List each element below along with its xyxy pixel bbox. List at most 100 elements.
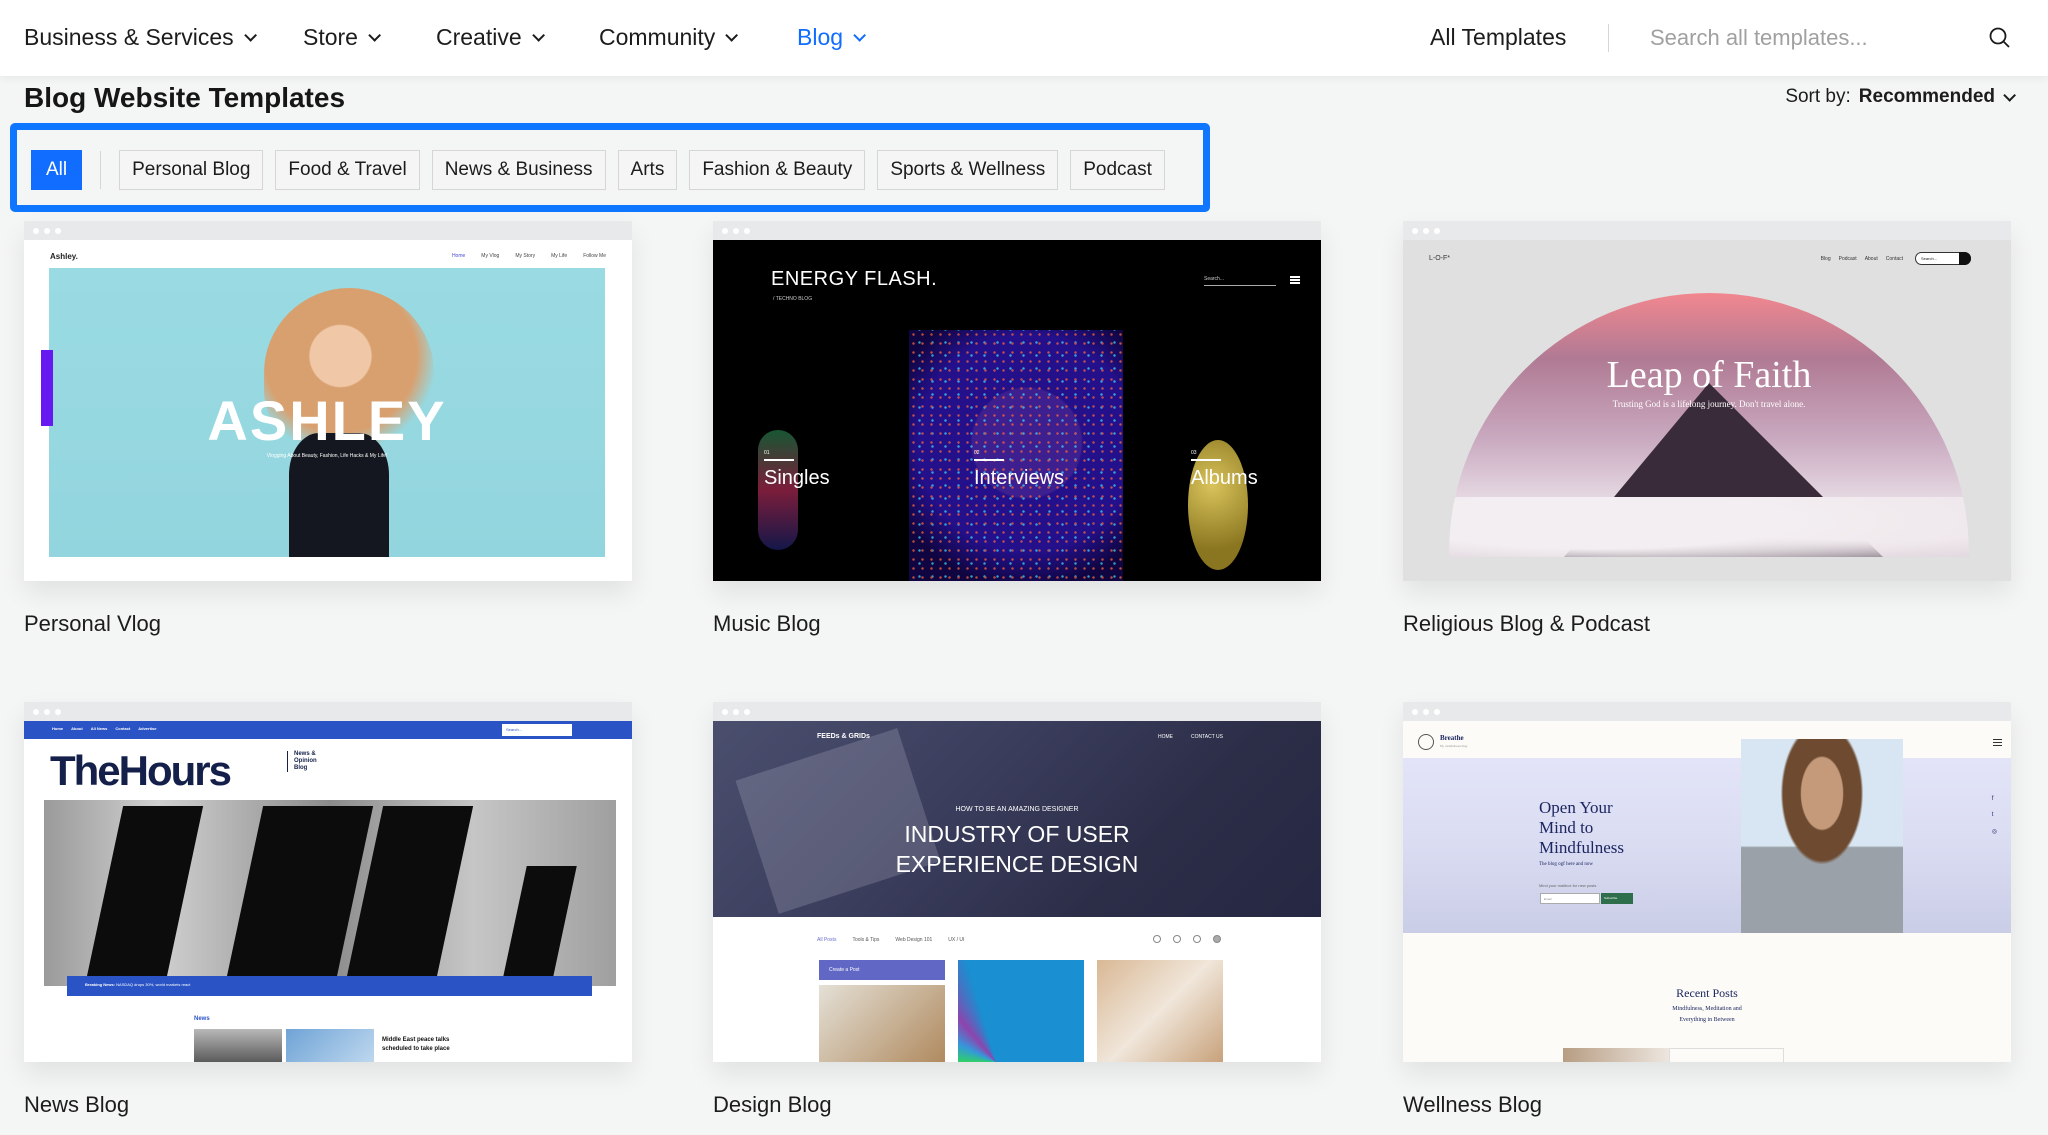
template-preview[interactable]: L-O-F* Blog Podcast About Contact Search… xyxy=(1403,221,2011,581)
template-preview[interactable]: Ashley. Home My Vlog My Story My Life Fo… xyxy=(24,221,632,581)
browser-bar xyxy=(713,702,1321,721)
template-name[interactable]: Music Blog xyxy=(713,611,1321,637)
template-preview[interactable]: Breathe My mindfulness blog Open Your Mi… xyxy=(1403,702,2011,1062)
template-card-design-blog[interactable]: FEEDs & GRIDs HOME CONTACT US HOW TO BE … xyxy=(713,702,1321,1118)
preview-create-post: Create a Post xyxy=(819,960,945,980)
preview-menu: Blog Podcast About Contact xyxy=(1820,256,1903,262)
breaking-news-bar: Breaking News: NASDAQ drops 30%, world m… xyxy=(67,976,592,996)
social-bar xyxy=(41,350,53,426)
nav-creative[interactable]: Creative xyxy=(436,24,545,51)
preview-hero-image: Leap of Faith Trusting God is a lifelong… xyxy=(1449,293,1969,557)
category-filter-bar: All Personal Blog Food & Travel News & B… xyxy=(10,123,1210,212)
preview-tabs: All Posts Tools & Tips Web Design 101 UX… xyxy=(817,937,965,943)
preview-hero-image xyxy=(1403,758,2011,933)
browser-bar xyxy=(713,221,1321,240)
preview-headline: Middle East peace talks scheduled to tak… xyxy=(382,1037,450,1052)
template-name[interactable]: Design Blog xyxy=(713,1092,1321,1118)
filter-sports-wellness[interactable]: Sports & Wellness xyxy=(877,150,1059,190)
filter-divider xyxy=(100,151,102,189)
preview-tagline: Vlogging About Beauty, Fashion, Life Hac… xyxy=(266,453,388,459)
browser-bar xyxy=(24,221,632,240)
filter-personal-blog[interactable]: Personal Blog xyxy=(119,150,264,190)
preview-brand-sub: My mindfulness blog xyxy=(1440,744,1468,748)
preview-hero-image xyxy=(44,800,616,986)
thumbnail xyxy=(1097,960,1223,1062)
preview-logo: L-O-F* xyxy=(1429,255,1450,262)
preview-email-field: Email xyxy=(1540,893,1600,904)
sort-value: Recommended xyxy=(1858,86,1995,107)
nav-store[interactable]: Store xyxy=(303,24,381,51)
thumbnail xyxy=(194,1029,282,1062)
sort-label: Sort by: xyxy=(1785,86,1851,107)
filter-fashion-beauty[interactable]: Fashion & Beauty xyxy=(689,150,866,190)
browser-bar xyxy=(1403,221,2011,240)
filter-podcast[interactable]: Podcast xyxy=(1070,150,1165,190)
preview-category: 01 Singles xyxy=(764,450,830,489)
preview-headline: ASHLEY xyxy=(207,389,447,452)
preview-title: ENERGY FLASH. xyxy=(771,268,938,290)
preview-category: 03 Albums xyxy=(1191,450,1258,489)
filter-news-business[interactable]: News & Business xyxy=(431,150,606,190)
browser-bar xyxy=(24,702,632,721)
preview-subtitle: / TECHNO BLOG xyxy=(773,296,813,302)
template-preview[interactable]: FEEDs & GRIDs HOME CONTACT US HOW TO BE … xyxy=(713,702,1321,1062)
preview-kicker: HOW TO BE AN AMAZING DESIGNER xyxy=(955,806,1079,813)
search-input[interactable] xyxy=(1650,18,1950,58)
template-preview[interactable]: ENERGY FLASH. / TECHNO BLOG Search... 01… xyxy=(713,221,1321,581)
preview-recent-posts: Recent Posts xyxy=(1676,986,1738,1000)
template-name[interactable]: Religious Blog & Podcast xyxy=(1403,611,2011,637)
nav-business-services[interactable]: Business & Services xyxy=(24,24,257,51)
preview-headline: Leap of Faith xyxy=(1606,354,1812,396)
template-preview[interactable]: Home About All News Contact Advertise Se… xyxy=(24,702,632,1062)
nav-community[interactable]: Community xyxy=(599,24,739,51)
filter-food-travel[interactable]: Food & Travel xyxy=(275,150,420,190)
preview-search: Search... xyxy=(1204,276,1276,286)
sort-dropdown[interactable]: Sort by: Recommended xyxy=(1785,86,2016,108)
preview-navbar: Home About All News Contact Advertise Se… xyxy=(24,721,632,739)
template-card-wellness-blog[interactable]: Breathe My mindfulness blog Open Your Mi… xyxy=(1403,702,2011,1118)
preview-category: 02 Interviews xyxy=(974,450,1065,489)
template-card-music-blog[interactable]: ENERGY FLASH. / TECHNO BLOG Search... 01… xyxy=(713,221,1321,637)
chevron-down-icon xyxy=(243,29,257,42)
template-name[interactable]: Wellness Blog xyxy=(1403,1092,2011,1118)
template-name[interactable]: Personal Vlog xyxy=(24,611,632,637)
chevron-down-icon xyxy=(368,29,381,42)
divider xyxy=(1608,24,1609,52)
page-title: Blog Website Templates xyxy=(24,82,346,113)
template-name[interactable]: News Blog xyxy=(24,1092,632,1118)
preview-title: TheHours xyxy=(50,747,232,794)
filter-arts[interactable]: Arts xyxy=(617,150,678,190)
chevron-down-icon xyxy=(531,29,545,42)
preview-search: Search... xyxy=(1915,252,1971,265)
template-card-news-blog[interactable]: Home About All News Contact Advertise Se… xyxy=(24,702,632,1118)
search-icon[interactable] xyxy=(1988,26,2012,50)
preview-photo xyxy=(1741,739,1903,933)
preview-logo: Ashley. xyxy=(50,252,78,261)
template-card-religious-blog[interactable]: L-O-F* Blog Podcast About Contact Search… xyxy=(1403,221,2011,637)
preview-brand: Breathe xyxy=(1440,734,1464,742)
preview-brand: FEEDs & GRIDs xyxy=(817,733,870,740)
preview-hero-image: ASHLEY Vlogging About Beauty, Fashion, L… xyxy=(49,268,605,557)
nav-blog[interactable]: Blog xyxy=(797,24,867,51)
preview-subtitle: News & Opinion Blog xyxy=(287,751,327,772)
preview-icons xyxy=(1153,935,1221,943)
all-templates-link[interactable]: All Templates xyxy=(1430,24,1566,51)
nav-label: Creative xyxy=(436,24,522,50)
thumbnail xyxy=(286,1029,374,1062)
template-card-personal-vlog[interactable]: Ashley. Home My Vlog My Story My Life Fo… xyxy=(24,221,632,637)
browser-bar xyxy=(1403,702,2011,721)
preview-hero-image: FEEDs & GRIDs HOME CONTACT US HOW TO BE … xyxy=(713,721,1321,917)
preview-menu: Home My Vlog My Story My Life Follow Me xyxy=(451,253,606,259)
preview-recent-sub: Mindfulness, Meditation and Everything i… xyxy=(1672,1006,1742,1023)
preview-social-icons: f t ◎ xyxy=(1991,796,1997,835)
chevron-down-icon xyxy=(853,29,867,42)
menu-icon xyxy=(1290,276,1300,284)
nav-label: Business & Services xyxy=(24,24,234,50)
thumbnail xyxy=(819,985,945,1062)
nav-label: Community xyxy=(599,24,716,50)
preview-headline: INDUSTRY OF USER EXPERIENCE DESIGN xyxy=(895,821,1139,877)
preview-mailbox-text: Mind your mailbox for new posts xyxy=(1539,883,1597,888)
preview-subscribe-button: Subscribe xyxy=(1601,893,1633,904)
filter-all[interactable]: All xyxy=(31,150,83,190)
preview-headline: Open Your Mind to Mindfulness xyxy=(1539,798,1624,857)
